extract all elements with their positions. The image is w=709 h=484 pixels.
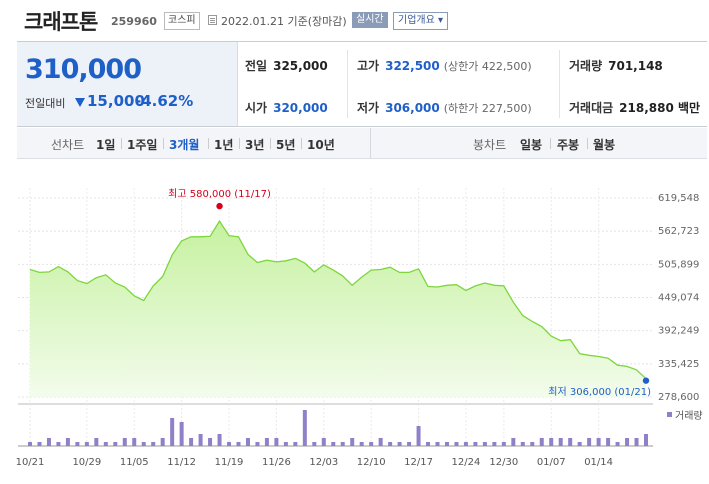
x-tick-label: 12/10	[357, 457, 386, 468]
volume-bar	[426, 442, 431, 446]
volume-bar	[227, 442, 232, 446]
x-tick-label: 11/19	[215, 457, 244, 468]
volume-bar	[625, 438, 630, 446]
volume-bar	[463, 442, 468, 446]
volume-bar	[331, 442, 336, 446]
y-tick-label: 278,600	[658, 392, 699, 403]
x-tick-label: 11/26	[262, 457, 291, 468]
volume-bar	[482, 442, 487, 446]
volume-bar	[473, 442, 478, 446]
x-tick-label: 10/29	[72, 457, 101, 468]
volume-bar	[84, 442, 89, 446]
volume-bar	[369, 442, 374, 446]
x-tick-label: 10/21	[16, 457, 45, 468]
volume-bar	[558, 438, 563, 446]
price-chart[interactable]: 619,548 562,723 505,899 449,074 392,249 335,4…	[0, 0, 709, 484]
volume-legend-label: 거래량	[675, 410, 703, 422]
x-tick-label: 11/12	[167, 457, 196, 468]
volume-bar	[321, 438, 326, 446]
volume-bar	[501, 442, 506, 446]
volume-bar	[65, 438, 70, 446]
volume-bar	[644, 434, 648, 446]
volume-bar	[615, 442, 620, 446]
volume-bar	[388, 442, 393, 446]
x-tick-label: 12/03	[309, 457, 338, 468]
volume-bar	[416, 426, 421, 446]
volume-bar	[236, 442, 241, 446]
volume-bar	[122, 438, 127, 446]
volume-bar	[492, 442, 497, 446]
volume-bar	[56, 442, 61, 446]
y-tick-label: 449,074	[658, 293, 699, 304]
volume-bar	[340, 442, 345, 446]
price-area	[30, 221, 646, 397]
volume-bar	[208, 438, 213, 446]
volume-legend-swatch	[667, 412, 672, 417]
y-tick-label: 335,425	[658, 359, 699, 370]
y-tick-label: 392,249	[658, 326, 699, 337]
volume-bar	[113, 442, 118, 446]
y-tick-label: 562,723	[658, 226, 699, 237]
volume-bar	[245, 438, 250, 446]
volume-bar	[568, 438, 573, 446]
volume-bar	[141, 442, 146, 446]
volume-bar	[634, 438, 639, 446]
volume-bar	[397, 442, 402, 446]
volume-bar	[189, 438, 194, 446]
volume-bar	[293, 442, 298, 446]
volume-bar	[312, 442, 317, 446]
volume-bar	[549, 438, 554, 446]
volume-bar	[596, 438, 601, 446]
volume-bar	[350, 438, 355, 446]
volume-bar	[378, 438, 383, 446]
volume-bar	[217, 434, 222, 446]
volume-bar	[539, 438, 544, 446]
x-tick-label: 12/17	[404, 457, 433, 468]
volume-bar	[160, 438, 165, 446]
max-marker	[216, 202, 223, 210]
volume-bar	[103, 442, 108, 446]
x-tick-label: 01/07	[537, 457, 566, 468]
volume-bar	[198, 434, 203, 446]
y-tick-label: 619,548	[658, 193, 699, 204]
volume-bar	[407, 442, 412, 446]
volume-bar	[170, 418, 175, 446]
x-tick-label: 12/24	[452, 457, 481, 468]
volume-bar	[151, 442, 156, 446]
volume-bar	[255, 442, 260, 446]
volume-bar	[606, 438, 611, 446]
volume-bar	[274, 438, 279, 446]
volume-bar	[454, 442, 459, 446]
volume-bar	[94, 438, 99, 446]
volume-bar	[530, 442, 535, 446]
min-label: 최저 306,000 (01/21)	[548, 386, 651, 398]
x-tick-label: 12/30	[489, 457, 518, 468]
volume-bar	[46, 438, 51, 446]
x-tick-label: 11/05	[120, 457, 149, 468]
volume-bar	[435, 442, 440, 446]
volume-bar	[179, 422, 184, 446]
volume-bar	[283, 442, 288, 446]
volume-bar	[75, 442, 80, 446]
max-label: 최고 580,000 (11/17)	[168, 188, 271, 200]
volume-bar	[444, 442, 449, 446]
min-marker	[642, 377, 650, 384]
volume-bar	[28, 442, 32, 446]
x-tick-label: 01/14	[584, 457, 613, 468]
y-tick-label: 505,899	[658, 259, 699, 270]
volume-bar	[359, 442, 364, 446]
volume-bar	[587, 438, 592, 446]
volume-bar	[520, 442, 525, 446]
volume-bar	[511, 438, 516, 446]
volume-bar	[577, 442, 582, 446]
volume-bar	[264, 438, 269, 446]
volume-bar	[37, 442, 42, 446]
volume-bar	[302, 410, 307, 446]
volume-bar	[132, 438, 137, 446]
